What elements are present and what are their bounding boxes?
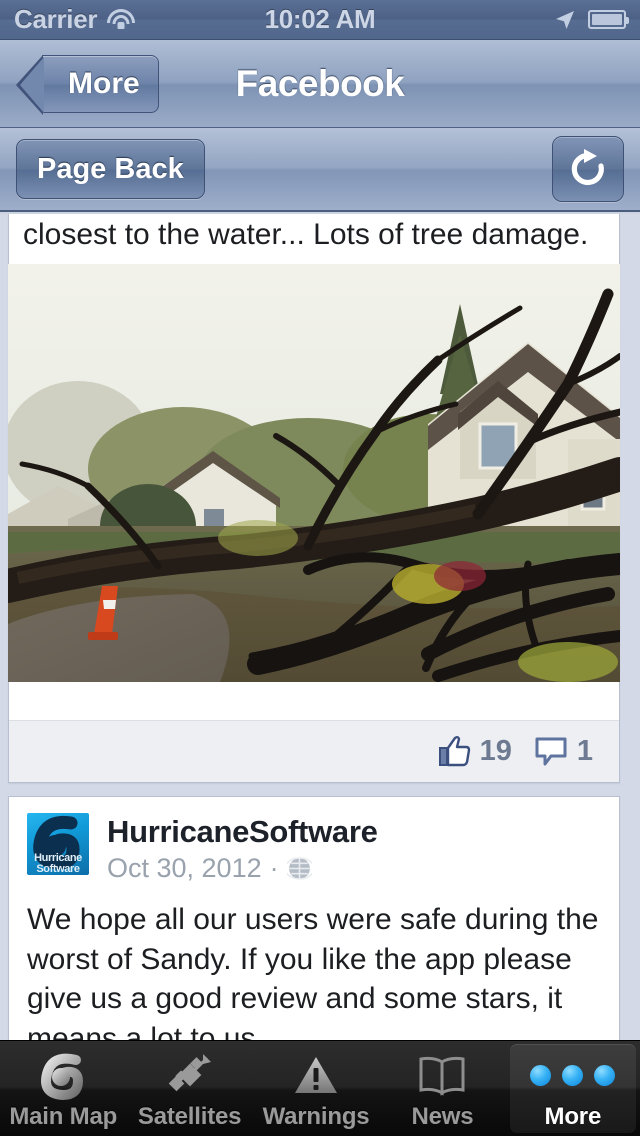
refresh-button[interactable]	[552, 136, 624, 202]
dot-2	[562, 1064, 584, 1086]
navigation-bar: More Facebook	[0, 40, 640, 128]
tab-label: News	[411, 1103, 474, 1130]
post-author[interactable]: HurricaneSoftware	[107, 814, 378, 849]
post-photo-spacer	[9, 681, 619, 720]
post-date: Oct 30, 2012	[107, 853, 262, 884]
battery-icon	[588, 10, 629, 29]
comment-stat[interactable]: 1	[534, 735, 593, 768]
open-book-icon	[416, 1049, 468, 1101]
feed-post-1: closest to the water... Lots of tree dam…	[8, 214, 620, 783]
back-button[interactable]: More	[16, 54, 159, 115]
tab-news[interactable]: News	[379, 1041, 505, 1136]
status-bar-left: Carrier	[14, 4, 136, 35]
hurricane-swirl-icon	[38, 1049, 88, 1101]
wifi-icon	[107, 9, 136, 30]
status-bar: Carrier 10:02 AM	[0, 0, 640, 40]
three-dots-icon	[530, 1049, 616, 1101]
like-count: 19	[479, 734, 512, 767]
back-button-label: More	[68, 66, 140, 100]
comment-bubble-icon	[535, 737, 567, 766]
like-stat[interactable]: 19	[437, 735, 512, 768]
dot-3	[594, 1064, 616, 1086]
phone-screen: Carrier 10:02 AM More Facebook Page Back	[0, 0, 640, 1136]
post-photo[interactable]	[8, 263, 620, 682]
browser-toolbar: Page Back	[0, 128, 640, 212]
meta-separator: ·	[269, 853, 279, 884]
avatar[interactable]: Hurricane Software	[27, 813, 89, 875]
post-engagement-bar: 19 1	[9, 719, 619, 782]
avatar-label: Hurricane Software	[34, 852, 82, 875]
tab-warnings[interactable]: Warnings	[253, 1041, 379, 1136]
tab-satellites[interactable]: Satellites	[126, 1041, 252, 1136]
globe-icon	[286, 857, 312, 880]
comment-count: 1	[576, 734, 593, 767]
post-author-block: HurricaneSoftware Oct 30, 2012 ·	[107, 813, 378, 884]
post-text-fragment: closest to the water... Lots of tree dam…	[23, 218, 589, 251]
webview-content[interactable]: closest to the water... Lots of tree dam…	[0, 214, 640, 1040]
warning-triangle-icon	[291, 1049, 341, 1101]
fallen-tree-storm-damage-photo	[8, 263, 620, 682]
tab-main-map[interactable]: Main Map	[0, 1041, 126, 1136]
thumbs-up-icon	[438, 736, 470, 767]
feed-post-2: Hurricane Software HurricaneSoftware Oct…	[8, 796, 620, 1040]
page-back-label: Page Back	[37, 152, 184, 185]
status-bar-right	[553, 8, 629, 32]
tab-bar: Main Map Satellites Warnings News More	[0, 1040, 640, 1136]
post-header: Hurricane Software HurricaneSoftware Oct…	[9, 797, 619, 884]
post-body-text: We hope all our users were safe during t…	[27, 903, 599, 1040]
tab-label: Warnings	[262, 1103, 370, 1130]
carrier-label: Carrier	[14, 4, 98, 34]
page-back-button[interactable]: Page Back	[16, 139, 205, 199]
tab-label: Main Map	[9, 1103, 118, 1130]
tab-label: More	[544, 1103, 602, 1130]
satellite-icon	[165, 1049, 215, 1101]
dot-1	[530, 1064, 552, 1086]
tab-label: Satellites	[137, 1103, 242, 1130]
location-arrow-icon	[556, 10, 574, 29]
post-meta: Oct 30, 2012 ·	[107, 853, 378, 884]
tab-more[interactable]: More	[509, 1044, 637, 1133]
refresh-icon	[571, 149, 604, 186]
